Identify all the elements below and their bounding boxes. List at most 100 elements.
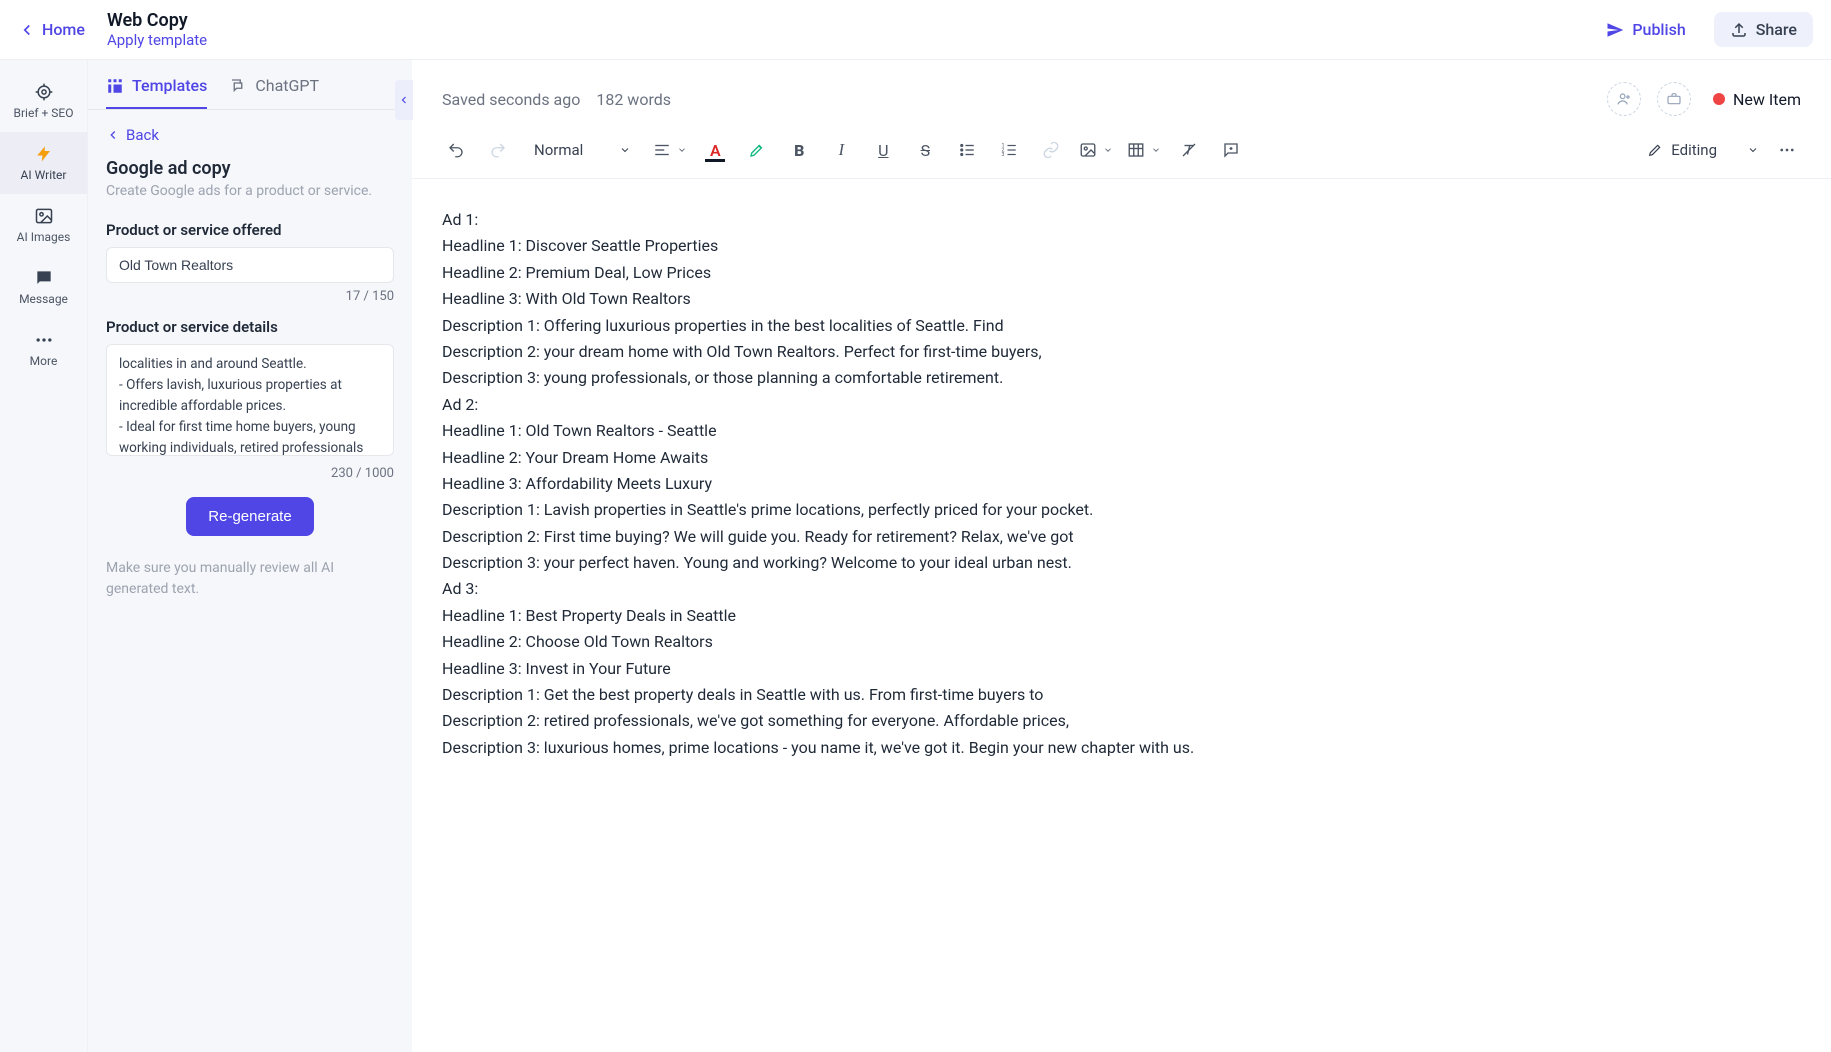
details-field-label: Product or service details	[106, 318, 394, 336]
clear-format-button[interactable]	[1175, 136, 1203, 164]
chevron-down-icon	[1103, 145, 1113, 155]
rail-writer-label: AI Writer	[21, 168, 67, 182]
product-input[interactable]	[106, 247, 394, 283]
apply-template-link[interactable]: Apply template	[107, 31, 207, 49]
doc-line: Description 3: luxurious homes, prime lo…	[442, 735, 1801, 761]
doc-line: Description 2: your dream home with Old …	[442, 339, 1801, 365]
tab-templates-label: Templates	[132, 76, 207, 95]
status-chip[interactable]: New Item	[1713, 90, 1801, 109]
doc-line: Headline 3: Invest in Your Future	[442, 656, 1801, 682]
strike-button[interactable]: S	[911, 136, 939, 164]
rail-brief-seo[interactable]: Brief + SEO	[0, 70, 87, 132]
font-color-button[interactable]: A	[701, 136, 729, 164]
underline-button[interactable]: U	[869, 136, 897, 164]
link-button[interactable]	[1037, 136, 1065, 164]
doc-line: Description 2: First time buying? We wil…	[442, 524, 1801, 550]
strike-icon: S	[921, 141, 931, 160]
details-textarea[interactable]	[106, 344, 394, 456]
editor-toolbar: Normal A B I U S	[412, 128, 1831, 179]
chevron-left-icon	[106, 128, 120, 142]
panel-tabs: Templates ChatGPT	[88, 60, 412, 110]
bold-button[interactable]: B	[785, 136, 813, 164]
doc-line: Description 1: Offering luxurious proper…	[442, 313, 1801, 339]
redo-button[interactable]	[484, 136, 512, 164]
doc-line: Headline 1: Discover Seattle Properties	[442, 233, 1801, 259]
doc-line: Headline 1: Best Property Deals in Seatt…	[442, 603, 1801, 629]
tab-chatgpt[interactable]: ChatGPT	[229, 76, 319, 109]
rail-message-label: Message	[19, 292, 68, 306]
back-link[interactable]: Back	[106, 126, 394, 144]
rail-ai-images[interactable]: AI Images	[0, 194, 87, 256]
image-insert-select[interactable]	[1079, 141, 1113, 159]
chevron-left-icon	[18, 21, 36, 39]
rail-ai-writer[interactable]: AI Writer	[0, 132, 87, 194]
collapse-panel-button[interactable]	[395, 80, 413, 120]
editor-area: Saved seconds ago 182 words New Item	[412, 60, 1831, 1052]
publish-button[interactable]: Publish	[1592, 14, 1699, 45]
chevron-down-icon	[619, 144, 631, 156]
topbar: Home Web Copy Apply template Publish Sha…	[0, 0, 1831, 60]
paragraph-style-select[interactable]: Normal	[526, 137, 639, 163]
templates-icon	[106, 77, 124, 95]
italic-button[interactable]: I	[827, 136, 855, 164]
rail-message[interactable]: Message	[0, 256, 87, 318]
font-color-icon: A	[710, 141, 721, 160]
page-title: Web Copy	[107, 10, 207, 31]
chevron-left-icon	[398, 94, 410, 106]
more-options-button[interactable]	[1773, 136, 1801, 164]
editing-mode-select[interactable]: Editing	[1647, 141, 1759, 159]
doc-line: Description 1: Get the best property dea…	[442, 682, 1801, 708]
tab-chatgpt-label: ChatGPT	[255, 76, 319, 95]
doc-line: Ad 2:	[442, 392, 1801, 418]
share-button[interactable]: Share	[1714, 12, 1813, 47]
home-link[interactable]: Home	[18, 20, 85, 39]
svg-text:3: 3	[1002, 152, 1005, 158]
target-icon	[34, 82, 54, 102]
status-dot-icon	[1713, 93, 1725, 105]
clear-format-icon	[1180, 141, 1198, 159]
document-body[interactable]: Ad 1:Headline 1: Discover Seattle Proper…	[412, 179, 1831, 1052]
dots-icon	[1778, 141, 1796, 159]
doc-line: Headline 2: Premium Deal, Low Prices	[442, 260, 1801, 286]
chevron-down-icon	[677, 145, 687, 155]
doc-line: Ad 1:	[442, 207, 1801, 233]
rail-more-label: More	[30, 354, 58, 368]
comment-icon	[1222, 141, 1240, 159]
upload-icon	[1730, 21, 1748, 39]
highlight-button[interactable]	[743, 136, 771, 164]
align-select[interactable]	[653, 141, 687, 159]
undo-button[interactable]	[442, 136, 470, 164]
template-panel: Templates ChatGPT Back Google ad copy Cr…	[88, 60, 412, 1052]
details-counter: 230 / 1000	[106, 466, 394, 481]
back-label: Back	[126, 126, 159, 144]
bullet-list-icon	[958, 141, 976, 159]
para-style-label: Normal	[534, 141, 583, 159]
italic-icon: I	[838, 140, 844, 160]
align-left-icon	[653, 141, 671, 159]
template-description: Create Google ads for a product or servi…	[106, 183, 394, 199]
table-insert-select[interactable]	[1127, 141, 1161, 159]
publish-label: Publish	[1632, 20, 1685, 39]
redo-icon	[489, 141, 507, 159]
regenerate-button[interactable]: Re-generate	[186, 497, 313, 536]
briefcase-button[interactable]	[1657, 82, 1691, 116]
tab-templates[interactable]: Templates	[106, 76, 207, 109]
pencil-icon	[1647, 142, 1663, 158]
comment-button[interactable]	[1217, 136, 1245, 164]
home-label: Home	[42, 20, 85, 39]
chevron-down-icon	[1747, 144, 1759, 156]
left-rail: Brief + SEO AI Writer AI Images Message	[0, 60, 88, 1052]
underline-icon: U	[878, 141, 888, 160]
saved-status: Saved seconds ago	[442, 90, 580, 109]
numbered-list-button[interactable]: 123	[995, 136, 1023, 164]
word-count: 182 words	[596, 90, 671, 109]
template-title: Google ad copy	[106, 158, 394, 179]
table-icon	[1127, 141, 1145, 159]
review-note: Make sure you manually review all AI gen…	[106, 558, 394, 600]
user-plus-icon	[1616, 91, 1632, 107]
rail-more[interactable]: More	[0, 318, 87, 380]
share-label: Share	[1756, 20, 1797, 39]
add-collaborator-button[interactable]	[1607, 82, 1641, 116]
doc-line: Headline 1: Old Town Realtors - Seattle	[442, 418, 1801, 444]
bullet-list-button[interactable]	[953, 136, 981, 164]
